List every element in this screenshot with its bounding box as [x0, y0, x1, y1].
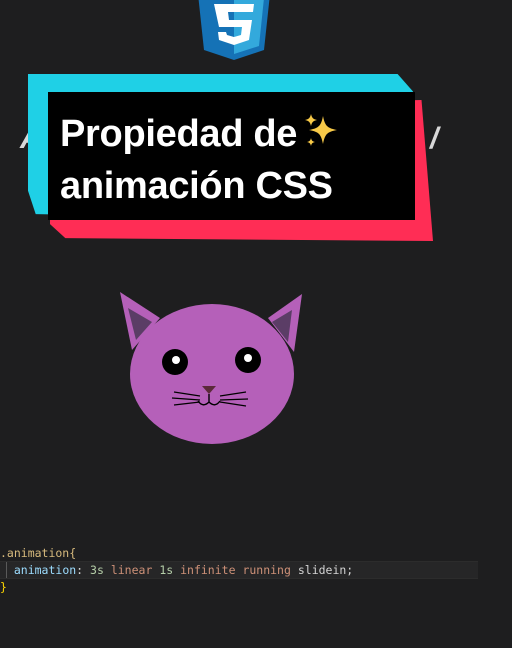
video-frame: A / Propiedad de animación CSS — [0, 0, 512, 648]
css-property: animation — [13, 563, 77, 577]
delay-value: 1s — [159, 563, 174, 577]
code-line-3: } — [0, 579, 512, 595]
code-snippet: .animation{ animation: 3s linear 1s infi… — [0, 545, 512, 595]
closing-brace: } — [0, 580, 7, 594]
iteration-value: infinite — [180, 563, 236, 577]
duration-value: 3s — [90, 563, 104, 577]
code-line-2: animation: 3s linear 1s infinite running… — [0, 561, 478, 579]
css-selector: .animation{ — [0, 546, 77, 560]
sparkles-icon — [305, 114, 338, 146]
css3-shield-icon — [198, 0, 270, 60]
code-line-1: .animation{ — [0, 545, 512, 561]
page-title: Propiedad de animación CSS — [60, 108, 420, 212]
indent-guide — [6, 562, 7, 578]
title-line-1: Propiedad de — [60, 113, 298, 155]
title-card: Propiedad de animación CSS — [28, 74, 438, 244]
colon: : — [76, 563, 91, 577]
animation-name-value: slidein; — [297, 563, 354, 577]
title-line-2: animación CSS — [60, 165, 333, 207]
timing-value: linear — [110, 563, 153, 577]
play-state-value: running — [242, 563, 291, 577]
cat-illustration — [120, 292, 302, 444]
